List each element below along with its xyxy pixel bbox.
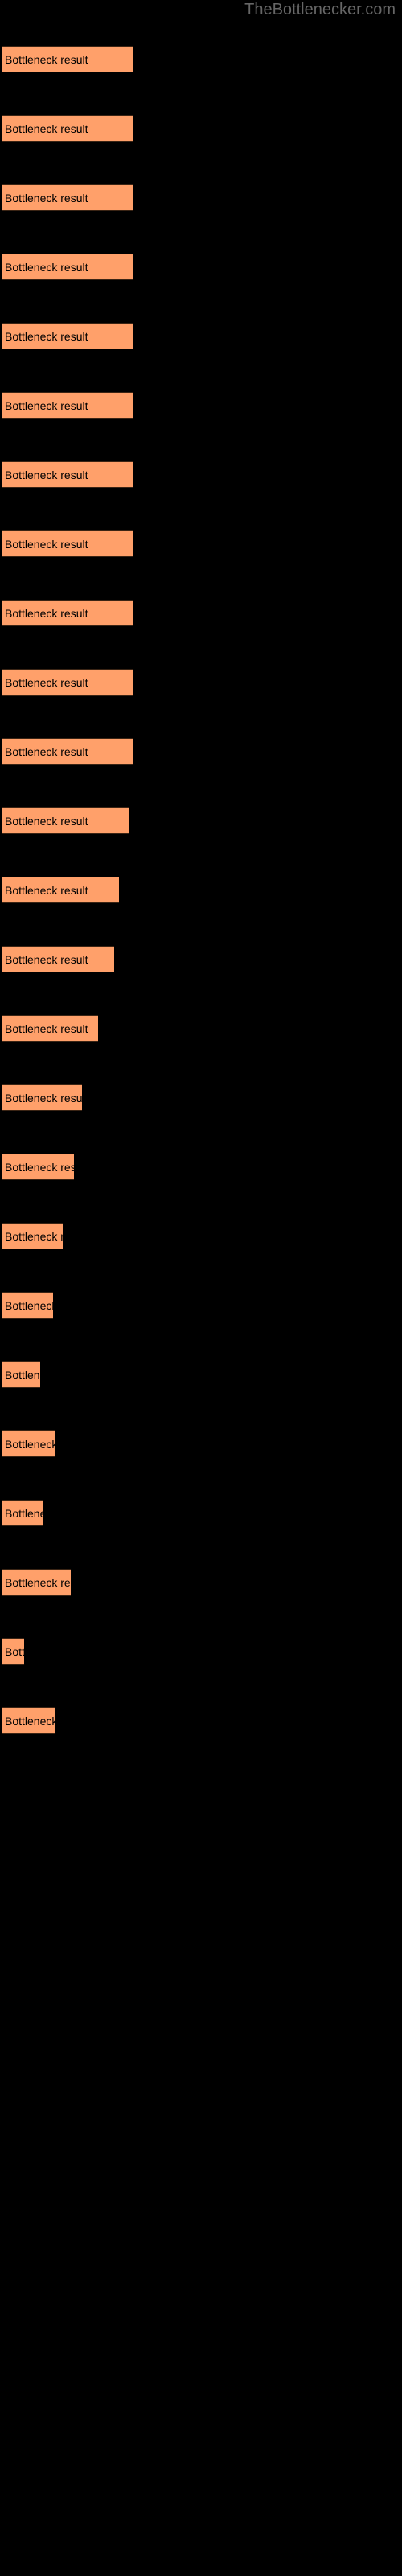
bar-item: Bottleneck result bbox=[2, 1292, 53, 1319]
bottleneck-bar-chart: TheBottlenecker.com Bottleneck result Bot… bbox=[0, 0, 402, 2576]
bar-label: Bottleneck result bbox=[5, 1506, 43, 1520]
bar-item: Bottleneck result bbox=[2, 1015, 98, 1042]
bar-item: Bottleneck result bbox=[2, 392, 133, 419]
bar-item: Bottleneck result bbox=[2, 1084, 82, 1111]
bar-item: Bottleneck result bbox=[2, 46, 133, 72]
bar-item: Bottleneck result bbox=[2, 184, 133, 211]
bar-label: Bottleneck result bbox=[5, 952, 88, 966]
bar-item: Bottleneck result bbox=[2, 254, 133, 280]
bar-label: Bottleneck result bbox=[5, 1160, 74, 1174]
bar-item: Bottleneck result bbox=[2, 1154, 74, 1180]
bar-label: Bottleneck result bbox=[5, 398, 88, 412]
bar-item: Bottleneck result bbox=[2, 530, 133, 557]
bar-item: Bottleneck result bbox=[2, 1569, 71, 1596]
bar-label: Bottleneck result bbox=[5, 1714, 55, 1728]
bar-label: Bottleneck result bbox=[5, 537, 88, 551]
bar-label: Bottleneck result bbox=[5, 329, 88, 343]
bar-item: Bottleneck result bbox=[2, 946, 114, 972]
bar-label: Bottleneck result bbox=[5, 1091, 82, 1104]
bar-label: Bottleneck result bbox=[5, 122, 88, 135]
bar-item: Bottleneck result bbox=[2, 115, 133, 142]
bar-item: Bottleneck result bbox=[2, 1638, 24, 1665]
bar-label: Bottleneck result bbox=[5, 1298, 53, 1312]
bar-label: Bottleneck result bbox=[5, 1437, 55, 1451]
bar-label: Bottleneck result bbox=[5, 260, 88, 274]
bar-label: Bottleneck result bbox=[5, 1229, 63, 1243]
bar-series-container: Bottleneck result Bottleneck result Bottle… bbox=[0, 0, 402, 2576]
bar-label: Bottleneck result bbox=[5, 883, 88, 897]
bar-label: Bottleneck result bbox=[5, 1368, 40, 1381]
bar-label: Bottleneck result bbox=[5, 468, 88, 481]
bar-label: Bottleneck result bbox=[5, 191, 88, 204]
bar-label: Bottleneck result bbox=[5, 606, 88, 620]
bar-item: Bottleneck result bbox=[2, 1361, 40, 1388]
bar-item: Bottleneck result bbox=[2, 461, 133, 488]
bar-item: Bottleneck result bbox=[2, 877, 119, 903]
bar-item: Bottleneck result bbox=[2, 1707, 55, 1734]
bar-label: Bottleneck result bbox=[5, 1575, 71, 1589]
bar-label: Bottleneck result bbox=[5, 675, 88, 689]
bar-item: Bottleneck result bbox=[2, 1223, 63, 1249]
bar-item: Bottleneck result bbox=[2, 738, 133, 765]
bar-label: Bottleneck result bbox=[5, 1022, 88, 1035]
bar-item: Bottleneck result bbox=[2, 669, 133, 696]
bar-item: Bottleneck result bbox=[2, 1500, 43, 1526]
bar-label: Bottleneck result bbox=[5, 52, 88, 66]
bar-item: Bottleneck result bbox=[2, 1430, 55, 1457]
bar-label: Bottleneck result bbox=[5, 1645, 24, 1658]
bar-item: Bottleneck result bbox=[2, 807, 129, 834]
bar-label: Bottleneck result bbox=[5, 745, 88, 758]
bar-label: Bottleneck result bbox=[5, 814, 88, 828]
bar-item: Bottleneck result bbox=[2, 600, 133, 626]
bar-item: Bottleneck result bbox=[2, 323, 133, 349]
